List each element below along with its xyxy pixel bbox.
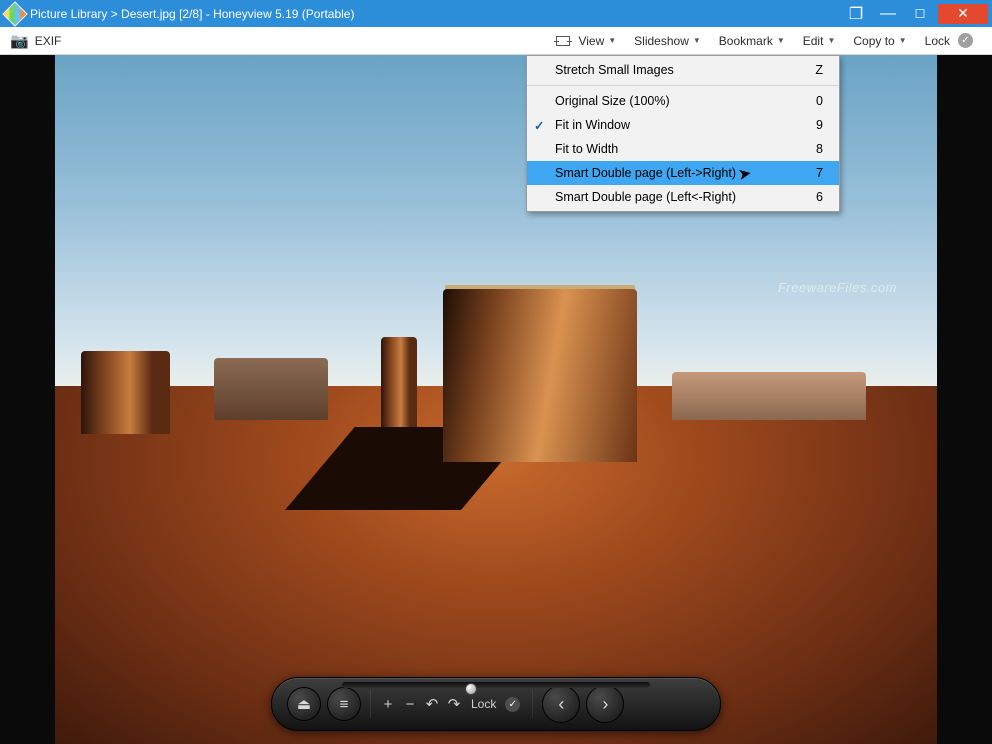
exif-button[interactable]: EXIF [35, 34, 62, 48]
rotate-right-button[interactable]: ↷ [443, 695, 465, 713]
check-circle-icon: ✓ [505, 697, 520, 712]
chevron-down-icon: ▼ [693, 36, 701, 45]
view-icon [556, 36, 570, 46]
eject-button[interactable]: ⏏ [287, 687, 321, 721]
title-bar: Picture Library > Desert.jpg [2/8] - Hon… [0, 0, 992, 27]
menu-item-double-lr[interactable]: Smart Double page (Left->Right)7 [527, 161, 839, 185]
zoom-out-button[interactable]: − [399, 696, 421, 713]
app-icon [2, 1, 27, 26]
control-bar: ⏏ ≡ + − ↶ ↷ Lock ✓ ‹ › [271, 677, 721, 731]
watermark: FreewareFiles.com [778, 280, 897, 295]
menu-item-fit-width[interactable]: Fit to Width8 [527, 137, 839, 161]
chevron-down-icon: ▼ [608, 36, 616, 45]
zoom-in-button[interactable]: + [377, 696, 399, 713]
menu-item-stretch-small[interactable]: Stretch Small ImagesZ [527, 58, 839, 82]
restore-down-icon[interactable]: ❐ [842, 4, 870, 24]
close-button[interactable]: ✕ [938, 4, 988, 24]
chevron-down-icon: ▼ [899, 36, 907, 45]
lock-menu[interactable]: Lock ✓ [916, 33, 982, 48]
copy-to-menu[interactable]: Copy to▼ [844, 34, 915, 48]
check-circle-icon: ✓ [958, 33, 973, 48]
prev-button[interactable]: ‹ [542, 685, 580, 723]
menu-separator [527, 85, 839, 86]
image-viewport[interactable]: FreewareFiles.com ⏏ ≡ + − ↶ ↷ Lock ✓ ‹ › [0, 55, 992, 744]
chevron-down-icon: ▼ [827, 36, 835, 45]
chevron-down-icon: ▼ [777, 36, 785, 45]
check-icon: ✓ [534, 118, 544, 133]
toolbar: 📷 EXIF View▼ Slideshow▼ Bookmark▼ Edit▼ … [0, 27, 992, 55]
position-slider[interactable] [342, 682, 650, 688]
maximize-button[interactable]: ☐ [906, 4, 934, 24]
minimize-button[interactable]: — [874, 4, 902, 24]
window-title: Picture Library > Desert.jpg [2/8] - Hon… [30, 7, 354, 21]
next-button[interactable]: › [586, 685, 624, 723]
menu-item-fit-window[interactable]: ✓ Fit in Window9 [527, 113, 839, 137]
slider-thumb[interactable] [465, 683, 477, 695]
list-button[interactable]: ≡ [327, 687, 361, 721]
camera-icon: 📷 [10, 32, 29, 50]
bookmark-menu[interactable]: Bookmark▼ [710, 34, 794, 48]
view-menu[interactable]: View▼ [547, 34, 625, 48]
slideshow-menu[interactable]: Slideshow▼ [625, 34, 710, 48]
lock-toggle[interactable]: Lock ✓ [465, 697, 526, 712]
menu-item-original-size[interactable]: Original Size (100%)0 [527, 89, 839, 113]
edit-menu[interactable]: Edit▼ [794, 34, 845, 48]
view-dropdown: Stretch Small ImagesZ Original Size (100… [526, 55, 840, 212]
rotate-left-button[interactable]: ↶ [421, 695, 443, 713]
menu-item-double-rl[interactable]: Smart Double page (Left<-Right)6 [527, 185, 839, 209]
